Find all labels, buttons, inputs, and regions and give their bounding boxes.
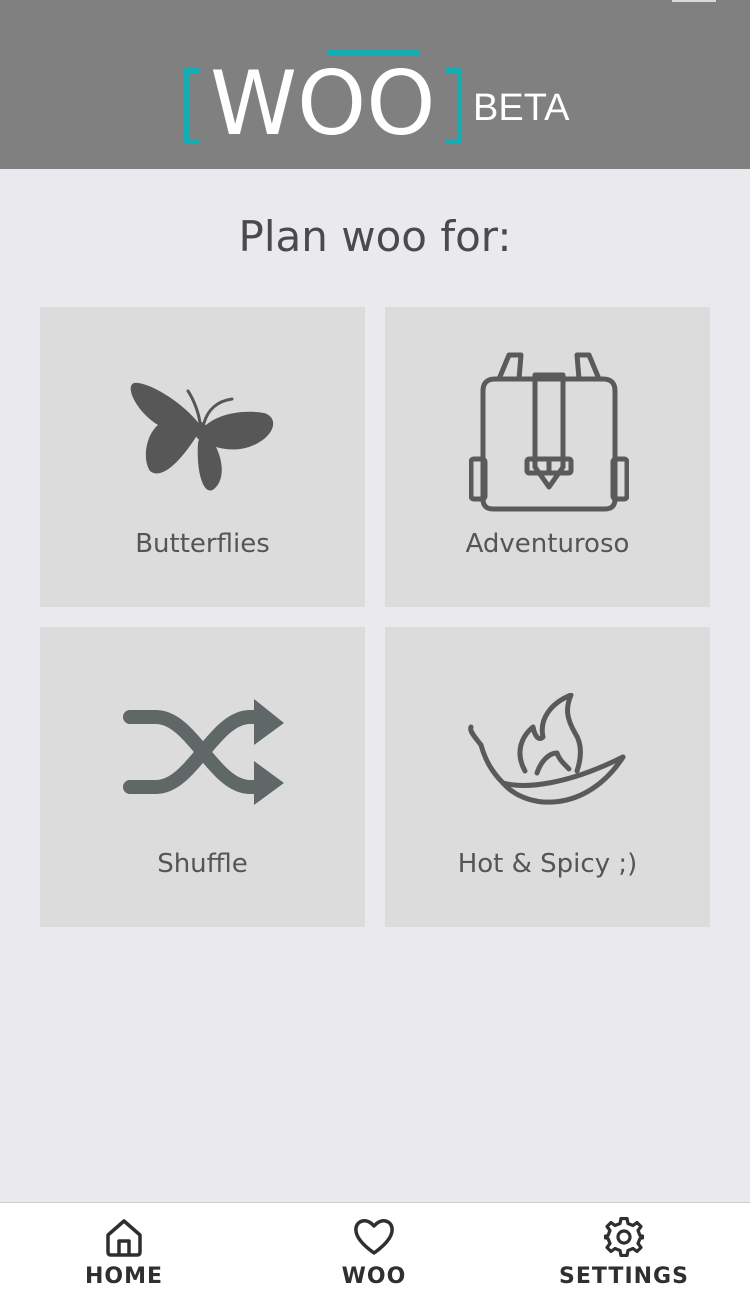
tile-label: Butterflies (135, 529, 270, 559)
heart-icon (354, 1219, 394, 1255)
home-icon (106, 1219, 142, 1257)
logo-wordmark: WOO (210, 52, 436, 155)
woo-logo: WOO BETA (176, 44, 576, 154)
bottom-nav: HOME WOO SETTINGS (0, 1202, 750, 1303)
app-header: WOO BETA (0, 0, 750, 169)
nav-settings[interactable]: SETTINGS (524, 1203, 724, 1303)
nav-label: HOME (84, 1264, 164, 1289)
tile-butterflies[interactable]: Butterflies (40, 307, 365, 607)
butterfly-icon (130, 382, 274, 491)
gear-icon (604, 1217, 644, 1257)
nav-woo[interactable]: WOO (274, 1203, 474, 1303)
nav-home[interactable]: HOME (24, 1203, 224, 1303)
page-title: Plan woo for: (238, 212, 512, 261)
logo-left-bracket (184, 68, 200, 144)
tile-hot-and-spicy[interactable]: Hot & Spicy ;) (385, 627, 710, 927)
logo-right-bracket (446, 68, 462, 144)
nav-label: WOO (341, 1264, 407, 1289)
chili-flame-icon (468, 693, 626, 805)
backpack-icon (469, 352, 629, 512)
shuffle-icon (123, 699, 284, 805)
tile-label: Adventuroso (465, 529, 630, 559)
status-bar-indicator (672, 0, 716, 2)
tile-shuffle[interactable]: Shuffle (40, 627, 365, 927)
tile-adventuroso[interactable]: Adventuroso (385, 307, 710, 607)
tile-label: Hot & Spicy ;) (457, 849, 638, 879)
tile-label: Shuffle (157, 849, 248, 879)
nav-label: SETTINGS (559, 1264, 689, 1289)
beta-badge: BETA (473, 87, 570, 129)
